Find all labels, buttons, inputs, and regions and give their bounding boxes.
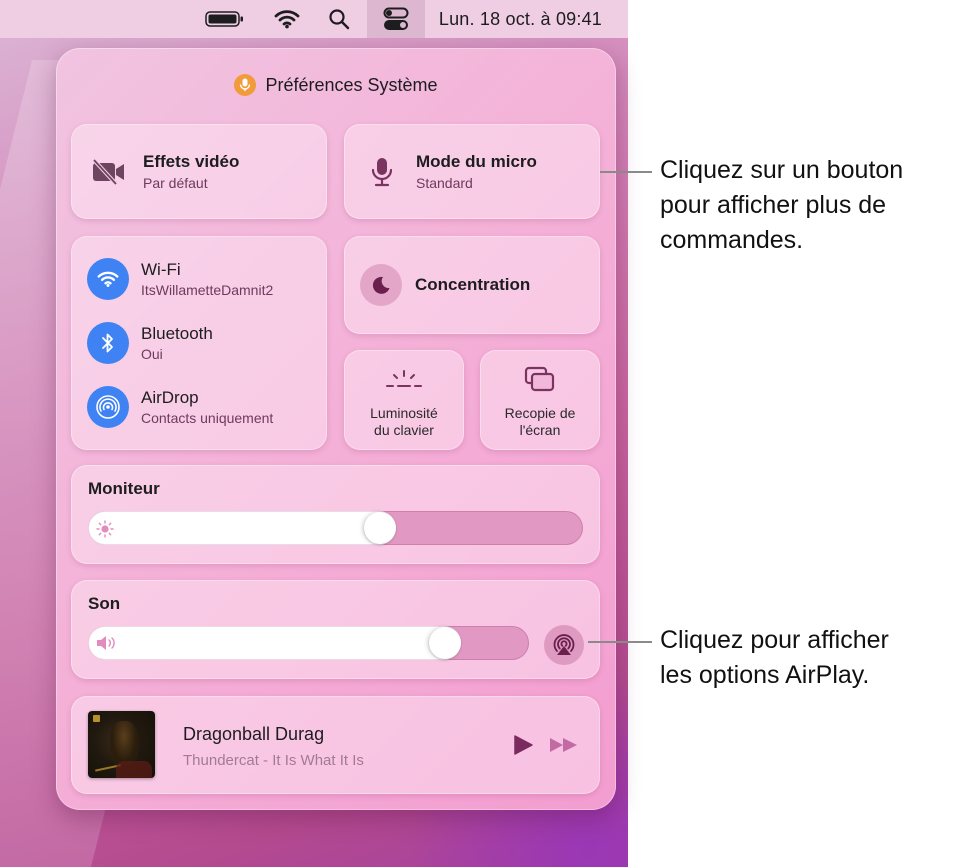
menu-bar-clock[interactable]: Lun. 18 oct. à 09:41 [439,9,602,30]
sound-label: Son [88,594,121,613]
callout-airplay-line1: Cliquez pour afficher [660,626,889,654]
wifi-network-name: ItsWillametteDamnit2 [141,282,274,298]
airdrop-label: AirDrop [141,388,199,407]
microphone-icon [364,157,400,187]
keyboard-brightness-icon [385,364,423,396]
callout-buttons-line1: Cliquez sur un bouton [660,156,904,184]
album-art[interactable] [88,711,155,778]
wifi-icon[interactable] [87,258,129,300]
display-brightness-slider[interactable] [88,511,583,545]
callout-airplay-line2: les options AirPlay. [660,661,870,689]
fast-forward-icon[interactable] [549,737,579,758]
callout-buttons-line3: commandes. [660,226,804,254]
volume-knob[interactable] [429,627,462,659]
wifi-toggle[interactable]: Wi-Fi ItsWillametteDamnit2 [87,258,273,300]
video-effects-value: Par défaut [143,175,208,191]
menu-bar: Lun. 18 oct. à 09:41 [0,0,628,38]
mic-mode-label: Mode du micro [416,152,537,171]
bluetooth-icon[interactable] [87,322,129,364]
keyboard-brightness-button[interactable]: Luminosité du clavier [344,350,464,450]
control-center-icon[interactable] [366,0,425,38]
focus-label: Concentration [415,275,531,294]
sun-icon [96,520,114,543]
callout-line-buttons [600,171,652,173]
connectivity-module: Wi-Fi ItsWillametteDamnit2 Bluetooth Oui [71,236,327,450]
bluetooth-toggle[interactable]: Bluetooth Oui [87,322,213,364]
song-title: Dragonball Durag [183,724,325,744]
airplay-audio-button[interactable] [544,625,584,665]
focus-button[interactable]: Concentration [344,236,600,334]
volume-fill [88,626,462,660]
play-icon[interactable] [512,734,534,761]
album-art-badge [93,715,100,722]
bluetooth-label: Bluetooth [141,324,213,343]
keyboard-brightness-label-line1: Luminosité [370,405,438,421]
control-center-panel: Préférences Système Effets vidéo Par déf… [56,48,616,810]
airdrop-status: Contacts uniquement [141,410,274,426]
song-artist-album: Thundercat - It Is What It Is [183,752,364,769]
wifi-label: Wi-Fi [141,260,181,279]
screen-mirroring-label-line1: Recopie de [504,405,576,421]
display-brightness-knob[interactable] [364,512,397,544]
airplay-audio-icon [553,634,575,655]
volume-slider[interactable] [88,626,529,660]
callout-line-airplay [588,641,652,643]
mic-mode-value: Standard [416,175,473,191]
panel-title: Préférences Système [265,74,438,95]
screen-mirroring-label-line2: l'écran [519,422,561,438]
video-effects-label: Effets vidéo [143,152,240,171]
video-off-icon [91,158,127,186]
callout-buttons-line2: pour afficher plus de [660,191,887,219]
display-module: Moniteur [71,465,600,564]
mic-mode-button[interactable]: Mode du micro Standard [344,124,600,219]
callout-buttons: Cliquez sur un bouton pour afficher plus… [660,153,903,258]
callout-airplay: Cliquez pour afficher les options AirPla… [660,623,889,693]
wifi-icon[interactable] [263,0,311,38]
display-label: Moniteur [88,479,160,498]
screen-mirroring-button[interactable]: Recopie de l'écran [480,350,600,450]
airdrop-icon[interactable] [87,386,129,428]
sound-module: Son [71,580,600,679]
now-playing-module: Dragonball Durag Thundercat - It Is What… [71,696,600,794]
video-effects-button[interactable]: Effets vidéo Par défaut [71,124,327,219]
screen-mirroring-icon [524,364,556,396]
speaker-icon [95,634,121,657]
moon-icon [360,264,402,306]
airdrop-toggle[interactable]: AirDrop Contacts uniquement [87,386,273,428]
search-icon[interactable] [319,0,359,38]
album-art-signature [93,754,121,772]
display-brightness-fill [88,511,397,545]
panel-header: Préférences Système [56,74,616,96]
bluetooth-status: Oui [141,346,163,362]
keyboard-brightness-label-line2: du clavier [374,422,434,438]
microphone-icon [234,74,257,96]
battery-icon[interactable] [195,0,255,38]
